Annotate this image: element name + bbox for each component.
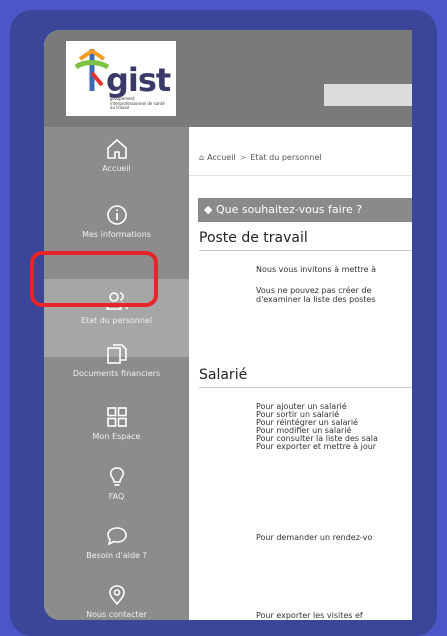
top-bar: gist groupement interprofessionnel de sa… <box>44 30 412 127</box>
home-icon: ⌂ <box>199 153 205 162</box>
sidebar-label: FAQ <box>108 492 125 501</box>
poste-text-2: Vous ne pouvez pas créer de <box>256 286 372 295</box>
section-title-salarie: Salarié <box>199 367 248 383</box>
breadcrumb-current: Etat du personnel <box>250 153 322 162</box>
highlight-annotation <box>30 251 158 307</box>
breadcrumb-home-link[interactable]: Accueil <box>207 153 236 162</box>
chat-icon <box>106 527 127 546</box>
main-content: ⌂ Accueil > Etat du personnel ◆ Que souhait… <box>189 127 412 620</box>
breadcrumb: ⌂ Accueil > Etat du personnel <box>199 153 321 162</box>
sidebar-label: Mon Espace <box>92 432 141 441</box>
gist-logo[interactable]: gist groupement interprofessionnel de sa… <box>66 41 176 116</box>
info-icon <box>106 205 127 225</box>
logo-mark-icon <box>74 48 110 91</box>
panel-header: ◆ Que souhaitez-vous faire ? <box>198 198 412 222</box>
sidebar: Accueil Mes informations Etat du personn… <box>44 127 189 620</box>
poste-text-3: d'examiner la liste des postes <box>256 295 376 304</box>
sidebar-label: Nous contacter <box>86 610 147 619</box>
sidebar-label: Documents financiers <box>72 369 161 378</box>
home-icon <box>106 138 127 159</box>
puzzle-icon: ◆ <box>204 203 213 216</box>
sidebar-label: Accueil <box>102 164 131 173</box>
logo-tagline: groupement interprofessionnel de santé a… <box>110 96 165 110</box>
top-search-bar[interactable] <box>324 84 412 106</box>
salarie-link-export-visites[interactable]: Pour exporter les visites ef <box>256 611 412 620</box>
salarie-link-exporter[interactable]: Pour exporter et mettre à jour <box>256 442 412 451</box>
logo-word: gist <box>106 61 171 99</box>
breadcrumb-separator: > <box>239 153 247 162</box>
location-icon <box>108 585 125 606</box>
divider <box>189 175 412 176</box>
sidebar-label: Mes informations <box>82 230 151 239</box>
sidebar-label: Besoin d'aide ? <box>86 551 147 560</box>
app-screen: gist groupement interprofessionnel de sa… <box>44 30 412 620</box>
sidebar-item-nous-contacter[interactable]: Nous contacter <box>44 573 189 620</box>
salarie-link-rdv[interactable]: Pour demander un rendez-vo <box>256 533 412 542</box>
documents-icon <box>106 344 127 364</box>
divider <box>199 387 412 388</box>
section-title-poste: Poste de travail <box>199 230 308 246</box>
sidebar-label: Etat du personnel <box>80 316 153 325</box>
panel-title: Que souhaitez-vous faire ? <box>215 203 363 216</box>
grid-icon <box>106 407 127 427</box>
lightbulb-icon <box>109 467 124 486</box>
poste-text-1: Nous vous invitons à mettre à <box>256 265 377 274</box>
divider <box>199 250 412 251</box>
